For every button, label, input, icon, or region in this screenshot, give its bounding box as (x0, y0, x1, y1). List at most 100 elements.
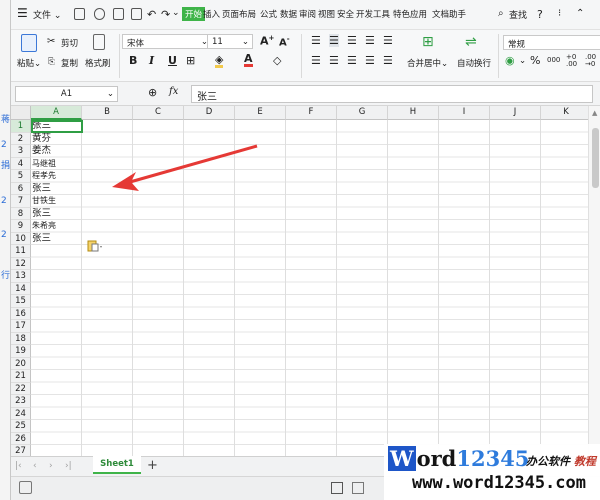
tab-review[interactable]: 审阅 (299, 8, 316, 20)
insert-function-button[interactable]: fx (169, 86, 178, 97)
justify-icon[interactable]: ☰ (365, 54, 375, 67)
select-all-corner[interactable] (11, 106, 31, 120)
first-sheet-icon[interactable]: |‹ (15, 461, 22, 471)
zoom-icon[interactable]: ⊕ (148, 86, 157, 99)
increase-decimal-icon[interactable]: +0.00 (566, 54, 577, 68)
search-label[interactable]: 查找 (509, 8, 527, 21)
column-header-e[interactable]: E (235, 106, 286, 120)
cell-a10[interactable]: 张三 (32, 233, 51, 246)
column-header-c[interactable]: C (133, 106, 184, 120)
row-header[interactable]: 12 (11, 257, 31, 270)
text-direction-icon[interactable]: ☰ (365, 34, 375, 47)
row-header[interactable]: 1 (11, 120, 31, 133)
row-header[interactable]: 27 (11, 445, 31, 456)
percent-button[interactable]: % (530, 54, 540, 67)
clear-format-icon[interactable]: ◇ (273, 54, 281, 67)
row-header[interactable]: 9 (11, 220, 31, 233)
align-right-icon[interactable]: ☰ (347, 54, 357, 67)
tab-doc-assistant[interactable]: 文档助手 (432, 8, 466, 20)
cell-a4[interactable]: 马继祖 (32, 158, 56, 171)
paste-icon[interactable] (21, 34, 37, 52)
tab-developer[interactable]: 开发工具 (356, 8, 390, 20)
row-header[interactable]: 18 (11, 332, 31, 345)
merge-center-button[interactable]: 合并居中⌄ (407, 57, 448, 69)
row-header[interactable]: 14 (11, 282, 31, 295)
help-icon[interactable]: ? (537, 8, 543, 21)
decrease-decimal-icon[interactable]: .00 →0 (585, 54, 596, 68)
cell-a8[interactable]: 张三 (32, 208, 51, 221)
row-header[interactable]: 11 (11, 245, 31, 258)
tab-home[interactable]: 开始 (182, 7, 206, 21)
row-header[interactable]: 5 (11, 170, 31, 183)
tab-data[interactable]: 数据 (280, 8, 297, 20)
cell-a7[interactable]: 甘铁生 (32, 195, 56, 208)
format-painter-button[interactable]: 格式刷 (85, 57, 111, 69)
copy-icon[interactable]: ⎘ (48, 57, 55, 67)
cell-a3[interactable]: 姜杰 (32, 145, 51, 158)
cloud-icon[interactable] (94, 8, 105, 20)
next-sheet-icon[interactable]: › (49, 461, 53, 471)
column-header-b[interactable]: B (82, 106, 133, 120)
thousands-separator-icon[interactable]: 000 (547, 56, 560, 64)
undo-icon[interactable]: ↶ (147, 8, 156, 21)
row-header[interactable]: 22 (11, 382, 31, 395)
worksheet-grid[interactable]: ABCDEFGHIJK 1 2 3 4 5 6 7 8 9 10 11 12 13 14 15 16 17 18 1… (11, 106, 588, 456)
column-header-i[interactable]: I (439, 106, 490, 120)
hamburger-menu-icon[interactable]: ☰ (17, 6, 28, 20)
tab-page-layout[interactable]: 页面布局 (222, 8, 256, 20)
tab-insert[interactable]: 插入 (203, 8, 220, 20)
row-header[interactable]: 10 (11, 232, 31, 245)
italic-button[interactable]: I (149, 54, 154, 67)
column-header-g[interactable]: G (337, 106, 388, 120)
chevron-down-icon[interactable]: ⌄ (519, 56, 526, 66)
print-preview-icon[interactable] (131, 8, 142, 20)
row-header[interactable]: 24 (11, 407, 31, 420)
redo-icon[interactable]: ↷ (161, 8, 170, 21)
collapse-ribbon-icon[interactable]: ⌃ (576, 8, 584, 19)
column-header-a[interactable]: A (31, 106, 82, 120)
font-size-select[interactable]: 11 ⌄ (207, 34, 253, 49)
cut-icon[interactable]: ✂ (47, 36, 55, 47)
cell-area[interactable] (31, 120, 588, 456)
tab-security[interactable]: 安全 (337, 8, 354, 20)
column-header-j[interactable]: J (490, 106, 541, 120)
column-header-f[interactable]: F (286, 106, 337, 120)
cell-a5[interactable]: 程孝先 (32, 170, 56, 183)
row-header[interactable]: 25 (11, 420, 31, 433)
cell-a6[interactable]: 张三 (32, 183, 51, 196)
last-sheet-icon[interactable]: ›| (65, 461, 72, 471)
row-header[interactable]: 26 (11, 432, 31, 445)
row-header[interactable]: 8 (11, 207, 31, 220)
prev-sheet-icon[interactable]: ‹ (33, 461, 37, 471)
vertical-scrollbar[interactable]: ▲ (588, 106, 600, 456)
sheet-tab-sheet1[interactable]: Sheet1 (93, 456, 141, 474)
row-header[interactable]: 7 (11, 195, 31, 208)
paste-options-icon[interactable] (87, 240, 103, 252)
number-format-select[interactable]: 常规 (503, 35, 600, 50)
currency-icon[interactable]: ◉ (505, 54, 515, 67)
scroll-up-icon[interactable]: ▲ (592, 109, 597, 117)
bold-button[interactable]: B (129, 54, 137, 67)
cut-button[interactable]: 剪切 (61, 37, 78, 49)
row-header[interactable]: 23 (11, 395, 31, 408)
paste-button[interactable]: 粘贴⌄ (17, 57, 41, 69)
file-menu[interactable]: 文件 ⌄ (33, 8, 61, 21)
row-header[interactable]: 3 (11, 145, 31, 158)
align-left-icon[interactable]: ☰ (311, 54, 321, 67)
search-icon[interactable]: ⌕ (498, 8, 504, 19)
row-header[interactable]: 2 (11, 132, 31, 145)
wrap-text-button[interactable]: 自动换行 (457, 57, 491, 69)
row-header[interactable]: 15 (11, 295, 31, 308)
macro-record-icon[interactable] (19, 481, 32, 494)
column-header-h[interactable]: H (388, 106, 439, 120)
add-sheet-button[interactable]: + (147, 458, 158, 473)
wrap-text-icon[interactable]: ⇌ (465, 34, 477, 50)
normal-view-icon[interactable] (331, 482, 343, 494)
row-header[interactable]: 6 (11, 182, 31, 195)
align-center-icon[interactable]: ☰ (329, 54, 339, 67)
tab-view[interactable]: 视图 (318, 8, 335, 20)
decrease-font-icon[interactable]: A- (279, 35, 290, 48)
row-header[interactable]: 16 (11, 307, 31, 320)
column-header-d[interactable]: D (184, 106, 235, 120)
scroll-thumb[interactable] (592, 128, 599, 188)
